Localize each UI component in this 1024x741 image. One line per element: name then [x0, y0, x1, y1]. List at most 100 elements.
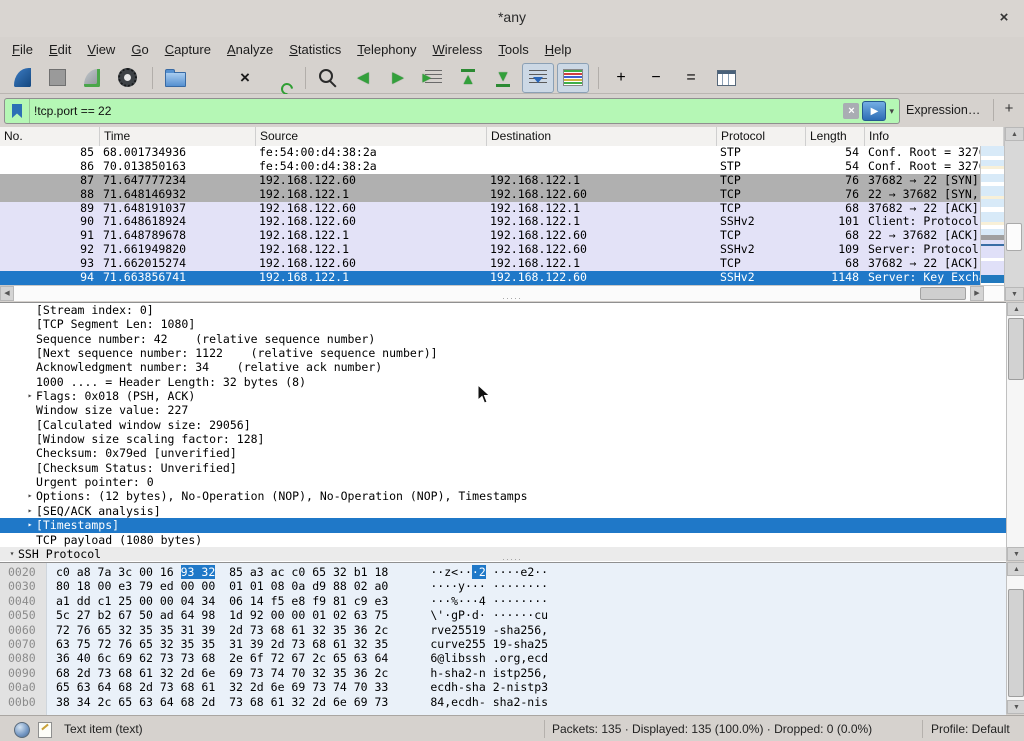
colorize-button[interactable] [557, 63, 589, 93]
detail-line[interactable]: [Checksum Status: Unverified] [0, 461, 1006, 475]
hex-vscrollbar[interactable]: ▲ ▼ [1006, 562, 1024, 714]
go-back-button[interactable]: ◀ [347, 63, 379, 93]
column-source[interactable]: Source [256, 127, 487, 146]
scroll-right-icon[interactable]: ▶ [970, 286, 984, 301]
detail-line[interactable]: Urgent pointer: 0 [0, 475, 1006, 489]
scroll-down-icon[interactable]: ▼ [1007, 700, 1024, 714]
packet-row-86[interactable]: 8670.013850163fe:54:00:d4:38:2aSTP54Conf… [0, 160, 980, 174]
hex-row[interactable]: 0020c0 a8 7a 3c 00 16 93 32 85 a3 ac c0 … [0, 565, 1006, 579]
column-no[interactable]: No. [0, 127, 100, 146]
packet-row-91[interactable]: 9171.648789678192.168.122.1192.168.122.6… [0, 229, 980, 243]
packet-row-87[interactable]: 8771.647777234192.168.122.60192.168.122.… [0, 174, 980, 188]
scroll-down-icon[interactable]: ▼ [1007, 547, 1024, 561]
scroll-left-icon[interactable]: ◀ [0, 286, 14, 301]
column-length[interactable]: Length [806, 127, 865, 146]
scrollbar-thumb[interactable] [1008, 318, 1024, 380]
detail-line[interactable]: [Calculated window size: 29056] [0, 418, 1006, 432]
find-packet-button[interactable] [312, 63, 344, 93]
save-file-button[interactable] [194, 63, 226, 93]
auto-scroll-button[interactable] [522, 63, 554, 93]
expand-arrow-icon[interactable]: ▸ [24, 389, 36, 403]
menu-wireless[interactable]: Wireless [425, 40, 491, 59]
scrollbar-thumb[interactable] [1006, 223, 1022, 251]
hex-row[interactable]: 0040a1 dd c1 25 00 00 04 34 06 14 f5 e8 … [0, 594, 1006, 608]
expand-arrow-icon[interactable]: ▸ [24, 489, 36, 503]
column-time[interactable]: Time [100, 127, 256, 146]
expert-info-icon[interactable] [14, 722, 30, 738]
filter-dropdown-caret-icon[interactable]: ▾ [889, 106, 894, 117]
hex-row[interactable]: 00b038 34 2c 65 63 64 68 2d 73 68 61 32 … [0, 695, 1006, 709]
menu-help[interactable]: Help [537, 40, 580, 59]
expression-button[interactable]: Expression… [906, 103, 980, 117]
add-filter-button[interactable]: + [1000, 100, 1018, 117]
go-first-packet-button[interactable]: ▲ [452, 63, 484, 93]
detail-line[interactable]: ▸Flags: 0x018 (PSH, ACK) [0, 389, 1006, 403]
menu-go[interactable]: Go [123, 40, 156, 59]
detail-line[interactable]: Window size value: 227 [0, 403, 1006, 417]
detail-line[interactable]: ▸[SEQ/ACK analysis] [0, 504, 1006, 518]
start-capture-button[interactable] [6, 63, 38, 93]
filter-clear-button[interactable]: × [843, 103, 859, 119]
detail-line[interactable]: ▸[Timestamps] [0, 518, 1006, 532]
packet-minimap[interactable] [980, 146, 1005, 285]
hscrollbar-thumb[interactable] [920, 287, 966, 300]
menu-tools[interactable]: Tools [490, 40, 536, 59]
hex-row[interactable]: 007063 75 72 76 65 32 35 35 31 39 2d 73 … [0, 637, 1006, 651]
status-profile[interactable]: Profile: Default [931, 722, 1010, 736]
hex-row[interactable]: 00505c 27 b2 67 50 ad 64 98 1d 92 00 00 … [0, 608, 1006, 622]
zoom-100-button[interactable] [675, 63, 707, 93]
packet-row-90[interactable]: 9071.648618924192.168.122.60192.168.122.… [0, 215, 980, 229]
display-filter-field[interactable]: × ▶ ▾ [4, 98, 900, 124]
detail-line[interactable]: TCP payload (1080 bytes) [0, 533, 1006, 547]
column-destination[interactable]: Destination [487, 127, 717, 146]
column-info[interactable]: Info [865, 127, 1004, 146]
detail-line[interactable]: Acknowledgment number: 34 (relative ack … [0, 360, 1006, 374]
menu-file[interactable]: File [4, 40, 41, 59]
hex-row[interactable]: 006072 76 65 32 35 35 31 39 2d 73 68 61 … [0, 623, 1006, 637]
packet-row-94[interactable]: 9471.663856741192.168.122.1192.168.122.6… [0, 271, 980, 285]
menu-statistics[interactable]: Statistics [281, 40, 349, 59]
detail-line[interactable]: [Window size scaling factor: 128] [0, 432, 1006, 446]
scrollbar-thumb[interactable] [1008, 589, 1024, 697]
zoom-out-button[interactable] [640, 63, 672, 93]
menu-analyze[interactable]: Analyze [219, 40, 281, 59]
menu-view[interactable]: View [79, 40, 123, 59]
packet-list-vscrollbar[interactable]: ▲ ▼ [1004, 127, 1024, 301]
restart-capture-button[interactable] [76, 63, 108, 93]
detail-line[interactable]: 1000 .... = Header Length: 32 bytes (8) [0, 375, 1006, 389]
column-protocol[interactable]: Protocol [717, 127, 806, 146]
close-file-button[interactable] [229, 63, 261, 93]
detail-line[interactable]: ▸Options: (12 bytes), No-Operation (NOP)… [0, 489, 1006, 503]
title-bar[interactable]: *any × [0, 0, 1024, 38]
filter-bookmark-button[interactable] [5, 99, 30, 123]
collapse-arrow-icon[interactable]: ▾ [6, 547, 18, 561]
resize-columns-button[interactable] [710, 63, 742, 93]
expand-arrow-icon[interactable]: ▸ [24, 504, 36, 518]
scroll-up-icon[interactable]: ▲ [1005, 127, 1024, 141]
go-forward-button[interactable]: ▶ [382, 63, 414, 93]
detail-line[interactable]: [Next sequence number: 1122 (relative se… [0, 346, 1006, 360]
detail-line[interactable]: Sequence number: 42 (relative sequence n… [0, 332, 1006, 346]
packet-row-92[interactable]: 9271.661949820192.168.122.1192.168.122.6… [0, 243, 980, 257]
reload-file-button[interactable] [264, 63, 296, 93]
menu-capture[interactable]: Capture [157, 40, 219, 59]
open-file-button[interactable] [159, 63, 191, 93]
go-to-packet-button[interactable] [417, 63, 449, 93]
scroll-up-icon[interactable]: ▲ [1007, 562, 1024, 576]
packet-row-88[interactable]: 8871.648146932192.168.122.1192.168.122.6… [0, 188, 980, 202]
display-filter-input[interactable] [30, 99, 843, 123]
scroll-down-icon[interactable]: ▼ [1005, 287, 1024, 301]
stop-capture-button[interactable] [41, 63, 73, 93]
detail-line[interactable]: [TCP Segment Len: 1080] [0, 317, 1006, 331]
hex-row[interactable]: 008036 40 6c 69 62 73 73 68 2e 6f 72 67 … [0, 651, 1006, 665]
packet-row-85[interactable]: 8568.001734936fe:54:00:d4:38:2aSTP54Conf… [0, 146, 980, 160]
hex-row[interactable]: 003080 18 00 e3 79 ed 00 00 01 01 08 0a … [0, 579, 1006, 593]
scroll-up-icon[interactable]: ▲ [1007, 302, 1024, 316]
close-window-button[interactable]: × [994, 8, 1014, 28]
details-vscrollbar[interactable]: ▲ ▼ [1006, 302, 1024, 561]
capture-options-button[interactable] [111, 63, 143, 93]
capture-comment-icon[interactable] [38, 722, 52, 738]
menu-edit[interactable]: Edit [41, 40, 79, 59]
packet-row-89[interactable]: 8971.648191037192.168.122.60192.168.122.… [0, 202, 980, 216]
zoom-in-button[interactable] [605, 63, 637, 93]
